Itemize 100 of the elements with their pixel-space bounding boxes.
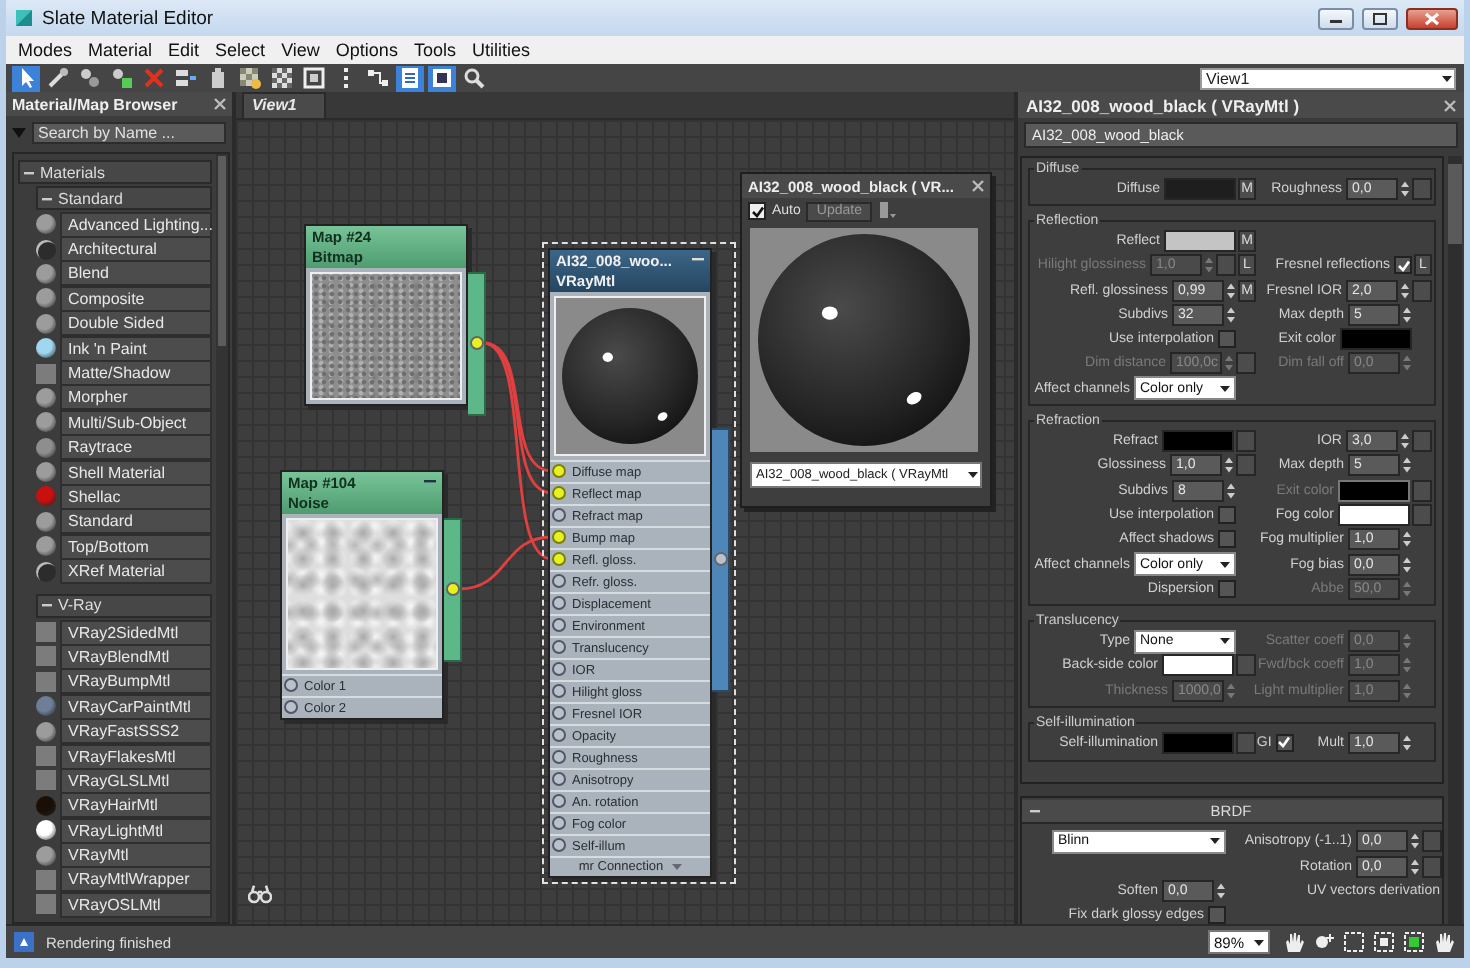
input-socket[interactable] [552,750,566,764]
spinner-arrows-icon[interactable] [1400,281,1410,300]
spinner-arrows-icon[interactable] [1410,857,1420,876]
input-socket[interactable] [552,684,566,698]
checkbox[interactable] [1218,530,1236,549]
spinner-arrows-icon[interactable] [1400,179,1410,198]
view-tab[interactable]: View1 [242,92,327,118]
input-socket[interactable] [552,838,566,852]
checkbox[interactable] [1218,330,1236,349]
material-list-item[interactable]: VRayLightMtl [60,817,212,844]
material-list-item[interactable]: VRay2SidedMtl [60,619,212,646]
input-socket[interactable] [552,574,566,588]
menu-item[interactable]: Utilities [463,40,538,60]
material-list-item[interactable]: VRayFlakesMtl [60,743,212,770]
material-list-item[interactable]: Standard [60,508,212,535]
material-list-item[interactable]: Morpher [60,384,212,411]
collapse-icon[interactable] [24,167,34,177]
color-swatch[interactable] [1164,177,1236,200]
input-socket[interactable] [552,508,566,522]
material-list-item[interactable]: Top/Bottom [60,533,212,560]
checkbox[interactable] [1394,256,1412,275]
input-socket[interactable] [552,794,566,808]
zoom-region-icon[interactable] [1342,930,1366,954]
auto-checkbox[interactable] [748,202,766,220]
material-list-item[interactable]: Raytrace [60,434,212,461]
toolbar-button[interactable] [44,65,72,91]
color-swatch[interactable] [1164,229,1236,252]
toolbar-button[interactable] [364,65,392,91]
menu-item[interactable]: Modes [10,40,81,60]
color-swatch[interactable] [1162,430,1234,453]
material-list-item[interactable]: VRayBlendMtl [60,643,212,670]
maximize-button[interactable] [1362,7,1398,29]
toolbar-button[interactable] [172,65,200,91]
minimize-icon[interactable] [692,258,704,262]
toolbar-button[interactable] [236,65,264,91]
checkbox[interactable] [1208,906,1226,924]
input-socket[interactable] [552,816,566,830]
spinner-arrows-icon[interactable] [1226,481,1236,500]
spinner-arrows-icon[interactable] [1410,832,1420,851]
input-socket[interactable] [552,706,566,720]
material-list-item[interactable]: VRayFastSSS2 [60,718,212,745]
toolbar-button[interactable] [12,65,40,91]
spinner-arrows-icon[interactable] [1400,432,1410,451]
material-list-item[interactable]: Advanced Lighting... [60,211,212,238]
category-header[interactable]: V-Ray [36,593,212,618]
hand-icon[interactable] [1432,930,1456,954]
menu-item[interactable]: Select [207,40,274,60]
material-list-item[interactable]: Shell Material [60,459,212,486]
color-swatch[interactable] [1340,328,1412,351]
toolbar-button[interactable] [428,65,456,91]
toolbar-button[interactable] [396,65,424,91]
spinner-arrows-icon[interactable] [1402,456,1412,475]
spinner-arrows-icon[interactable] [1224,456,1234,475]
category-header[interactable]: Materials [18,160,212,184]
material-node[interactable] [542,242,736,884]
material-list-item[interactable]: Composite [60,285,212,312]
menu-item[interactable]: Material [80,40,161,60]
material-list-item[interactable]: VRayHairMtl [60,792,212,819]
spinner-arrows-icon[interactable] [1402,305,1412,324]
toolbar-button[interactable] [76,65,104,91]
input-socket[interactable] [552,618,566,632]
output-socket[interactable] [469,336,483,350]
input-socket[interactable] [552,552,566,566]
pan-hand-icon[interactable] [1282,930,1306,954]
zoom-extents-icon[interactable] [1372,930,1396,954]
material-list-item[interactable]: Matte/Shadow [60,360,212,387]
spinner-arrows-icon[interactable] [1216,881,1226,900]
toolbar-button[interactable] [460,65,488,91]
input-socket[interactable] [552,530,566,544]
spinner-arrows-icon[interactable] [1402,530,1412,549]
input-socket[interactable] [284,700,298,714]
close-icon[interactable] [214,98,226,110]
toolbar-button[interactable] [108,65,136,91]
collapse-icon[interactable] [42,193,52,203]
input-socket[interactable] [552,640,566,654]
color-swatch[interactable] [1338,503,1410,526]
input-socket[interactable] [552,486,566,500]
zoom-selected-icon[interactable] [1402,930,1426,954]
toolbar-button[interactable] [300,65,328,91]
input-socket[interactable] [552,772,566,786]
material-list-item[interactable]: Ink 'n Paint [60,335,212,362]
binoculars-icon[interactable] [248,884,272,904]
input-socket[interactable] [552,662,566,676]
color-swatch[interactable] [1162,731,1234,754]
close-icon[interactable] [1444,99,1456,111]
collapse-icon[interactable] [42,600,52,611]
menu-item[interactable]: Edit [160,40,208,60]
material-list-item[interactable]: VRayMtlWrapper [60,866,212,893]
spinner-arrows-icon[interactable] [1402,555,1412,573]
zoom-icon[interactable] [1312,930,1336,954]
material-list-item[interactable]: XRef Material [60,558,212,585]
input-socket[interactable] [284,678,298,692]
close-button[interactable] [1406,7,1458,29]
material-list-item[interactable]: Architectural [60,236,212,263]
material-list-item[interactable]: VRayGLSLMtl [60,767,212,794]
minimize-icon[interactable] [424,480,436,484]
material-list-item[interactable]: VRayMtl [60,842,212,869]
color-swatch[interactable] [1162,654,1234,677]
scrollbar-thumb[interactable] [1448,164,1462,244]
minimize-button[interactable] [1318,7,1354,29]
